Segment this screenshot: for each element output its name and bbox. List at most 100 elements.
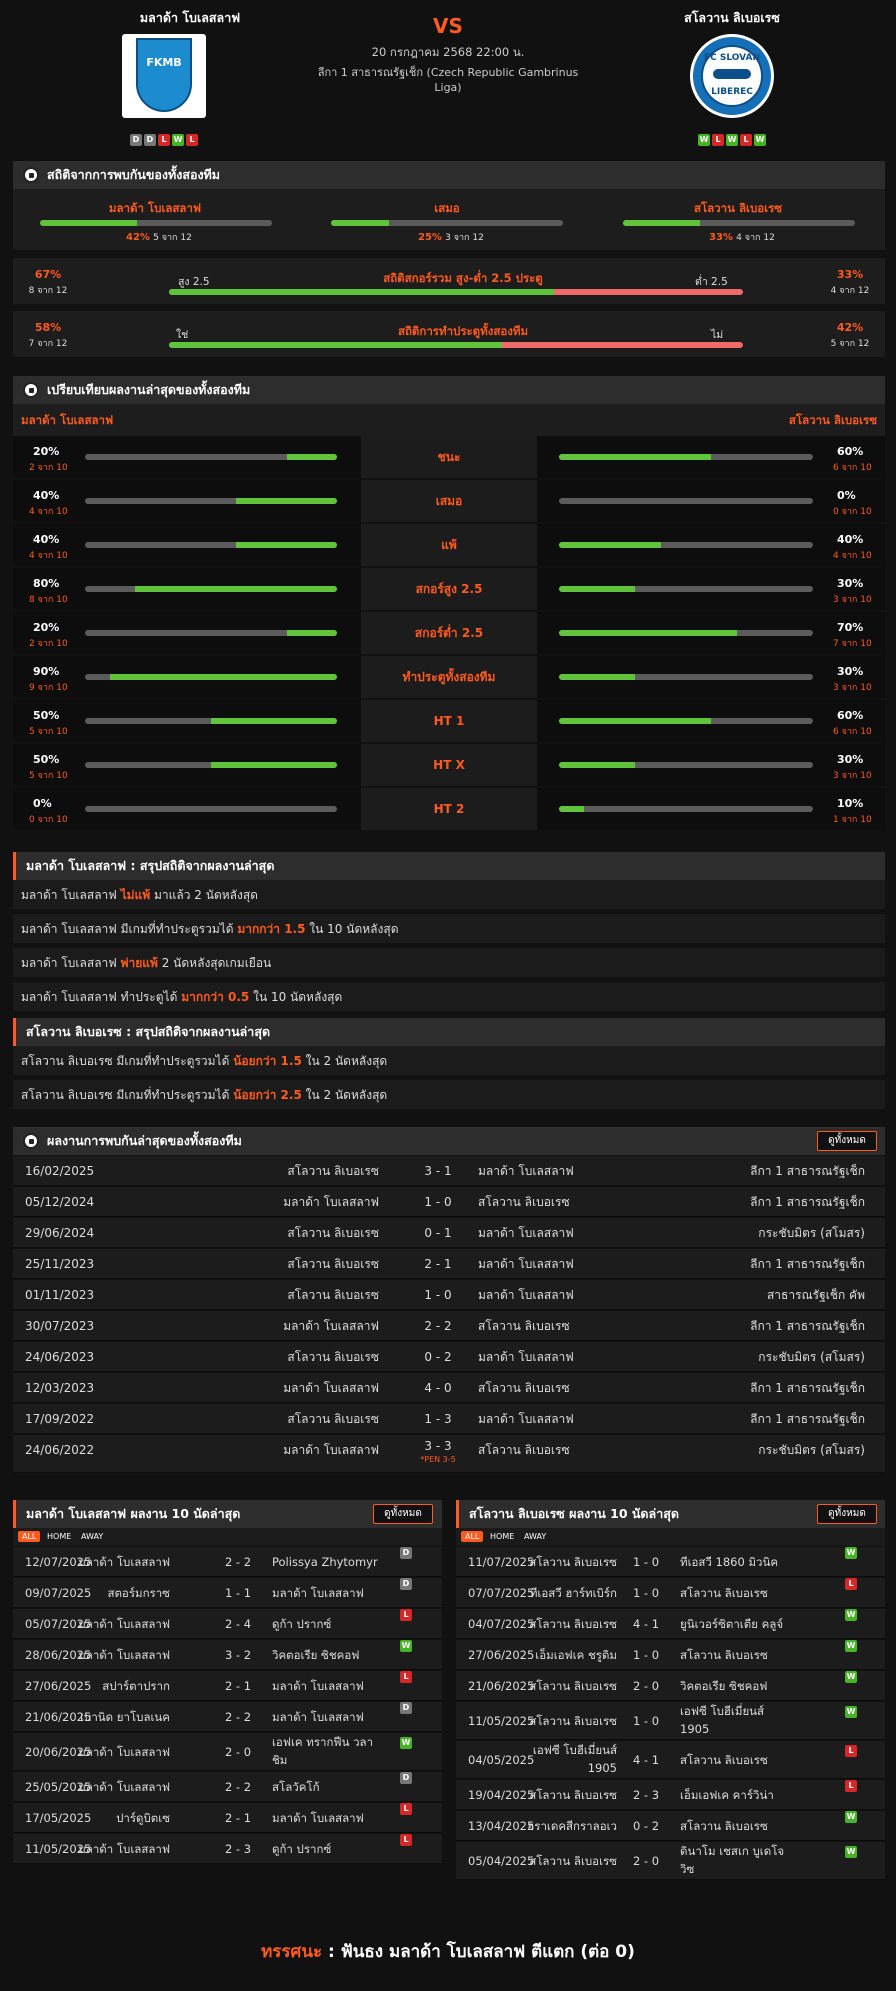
summary-line: สโลวาน ลิเบอเรซ มีเกมที่ทำประตูรวมได้ น้… xyxy=(13,1046,885,1076)
filter-away[interactable]: AWAY xyxy=(81,1532,103,1541)
filter-home[interactable]: HOME xyxy=(490,1532,514,1541)
away-team-name[interactable]: สโลวาน ลิเบอเรซ xyxy=(632,8,832,28)
form-badge-draw: D xyxy=(400,1702,412,1714)
summary-text: 2 นัดหลังสุดเกมเยือน xyxy=(157,956,272,970)
home-team-name[interactable]: มลาด้า โบเลสลาฟ xyxy=(90,8,290,28)
last10-row[interactable]: 11/05/2025 สโลวาน ลิเบอเรซ 1 - 0 เอฟซี โบฮี… xyxy=(456,1702,885,1740)
compare-home-bar xyxy=(85,762,337,768)
last10-row[interactable]: 25/05/2025 มลาด้า โบเลสลาฟ 2 - 2 สโลวัคโก้ D xyxy=(13,1772,442,1802)
last10-row[interactable]: 13/04/2025 ฮราเดคสีกราลอเว 0 - 2 สโลวาน ลิเ… xyxy=(456,1811,885,1841)
compare-away-cell: 0% 0 จาก 10 xyxy=(537,480,885,522)
competition: ลีกา 1 สาธารณรัฐเช็ก xyxy=(750,1195,865,1209)
last10-row[interactable]: 27/06/2025 สปาร์ตาปราก 2 - 1 มลาด้า โบเลสลา… xyxy=(13,1671,442,1701)
h2h-away-label: สโลวาน ลิเบอเรซ xyxy=(693,201,783,215)
h2h-row[interactable]: 01/11/2023 สโลวาน ลิเบอเรซ 1 - 0 มลาด้า โบเ… xyxy=(13,1280,885,1310)
h2h-row[interactable]: 12/03/2023 มลาด้า โบเลสลาฟ 4 - 0 สโลวาน ลิเ… xyxy=(13,1373,885,1403)
compare-home-bar xyxy=(85,454,337,460)
compare-home-of: 5 จาก 10 xyxy=(29,771,68,781)
h2h-home-label: มลาด้า โบเลสลาฟ xyxy=(108,201,202,215)
h2h-home-pct-of: 5 จาก 12 xyxy=(153,233,192,243)
compare-away-bar xyxy=(559,498,813,504)
filter-all[interactable]: ALL xyxy=(18,1531,41,1542)
away-team: สโลวาน ลิเบอเรซ xyxy=(680,1753,768,1767)
compare-home-of: 2 จาก 10 xyxy=(29,463,68,473)
last10-row[interactable]: 11/07/2025 สโลวาน ลิเบอเรซ 1 - 0 ทีเอสวี 18… xyxy=(456,1547,885,1577)
compare-home-cell: 0% 0 จาก 10 xyxy=(13,788,361,830)
compare-home-of: 5 จาก 10 xyxy=(29,727,68,737)
league-name: ลีกา 1 สาธารณรัฐเช็ก (Czech Republic Gam… xyxy=(317,66,579,79)
compare-away-bar-fill xyxy=(559,542,661,548)
last10-row[interactable]: 21/06/2025 สโลวาน ลิเบอเรซ 2 - 0 วิคตอเรีย … xyxy=(456,1671,885,1701)
form-badge-loss: L xyxy=(712,134,724,146)
home-last10-view-all-button[interactable]: ดูทั้งหมด xyxy=(373,1504,433,1524)
away-last10-view-all-button[interactable]: ดูทั้งหมด xyxy=(817,1504,877,1524)
last10-row[interactable]: 11/05/2025 มลาด้า โบเลสลาฟ 2 - 3 ดูก้า ปราก… xyxy=(13,1834,442,1864)
last10-row[interactable]: 07/07/2025 ทีเอสวี ฮาร์ทเบิร์ก 1 - 0 สโลวาน… xyxy=(456,1578,885,1608)
compare-home-pct: 40% xyxy=(33,489,60,502)
home-team: ปาร์ดูบิตเซ xyxy=(116,1811,170,1825)
filter-home[interactable]: HOME xyxy=(47,1532,71,1541)
score: 4 - 1 xyxy=(632,1753,660,1767)
away-team: มลาด้า โบเลสลาฟ xyxy=(478,1257,574,1271)
away-summary-header: สโลวาน ลิเบอเรซ : สรุปสถิติจากผลงานล่าสุ… xyxy=(13,1018,885,1046)
compare-away-bar-fill xyxy=(559,762,636,768)
last10-row[interactable]: 05/07/2025 มลาด้า โบเลสลาฟ 2 - 4 ดูก้า ปราก… xyxy=(13,1609,442,1639)
away-team: วิคตอเรีย ซิชคอฟ xyxy=(272,1648,360,1662)
last10-row[interactable]: 04/07/2025 สโลวาน ลิเบอเรซ 4 - 1 ยูนิเวอร์ซ… xyxy=(456,1609,885,1639)
last10-row[interactable]: 27/06/2025 เอ็มเอฟเค ชรูดิม 1 - 0 สโลวาน ลิ… xyxy=(456,1640,885,1670)
compare-metric-label: แพ้ xyxy=(361,524,537,566)
h2h-view-all-button[interactable]: ดูทั้งหมด xyxy=(817,1131,877,1151)
h2h-row[interactable]: 30/07/2023 มลาด้า โบเลสลาฟ 2 - 2 สโลวาน ลิเ… xyxy=(13,1311,885,1341)
last10-row[interactable]: 20/06/2025 มลาด้า โบเลสลาฟ 2 - 0 เอฟเค ทราก… xyxy=(13,1733,442,1771)
last10-row[interactable]: 21/06/2025 เบานิด ยาโบลเนค 2 - 2 มลาด้า โบเ… xyxy=(13,1702,442,1732)
last10-row[interactable]: 04/05/2025 เอฟซี โบฮีเมี่ยนส์ 1905 4 - 1 สโล… xyxy=(456,1741,885,1779)
compare-away-pct: 30% xyxy=(837,577,864,590)
form-badge-win: W xyxy=(845,1811,857,1823)
away-logo-text-top: FC SLOVAN xyxy=(703,53,761,63)
away-form: WLWLW xyxy=(692,131,772,146)
h2h-results-header: ผลงานการพบกันล่าสุดของทั้งสองทีม xyxy=(13,1127,885,1155)
compare-away-pct: 60% xyxy=(837,709,864,722)
match-date: 27/06/2025 xyxy=(25,1679,92,1693)
home-team: สโลวาน ลิเบอเรซ xyxy=(529,1714,617,1728)
score: 2 - 2 xyxy=(224,1710,252,1724)
match-date: 12/03/2023 xyxy=(25,1381,95,1395)
h2h-home-bar xyxy=(40,220,272,226)
last10-row[interactable]: 28/06/2025 มลาด้า โบเลสลาฟ 3 - 2 วิคตอเรีย … xyxy=(13,1640,442,1670)
compare-metric-label: สกอร์สูง 2.5 xyxy=(361,568,537,610)
score: 1 - 1 xyxy=(224,1586,252,1600)
away-team: สโลวาน ลิเบอเรซ xyxy=(680,1586,768,1600)
away-team: สโลวาน ลิเบอเรซ xyxy=(478,1195,570,1209)
h2h-row[interactable]: 25/11/2023 สโลวาน ลิเบอเรซ 2 - 1 มลาด้า โบเ… xyxy=(13,1249,885,1279)
compare-home-bar xyxy=(85,718,337,724)
h2h-row[interactable]: 29/06/2024 สโลวาน ลิเบอเรซ 0 - 1 มลาด้า โบเ… xyxy=(13,1218,885,1248)
home-team: สโลวาน ลิเบอเรซ xyxy=(287,1226,379,1240)
away-team: ดูก้า ปรากซ์ xyxy=(272,1617,332,1631)
h2h-row[interactable]: 05/12/2024 มลาด้า โบเลสลาฟ 1 - 0 สโลวาน ลิเ… xyxy=(13,1187,885,1217)
compare-home-bar xyxy=(85,498,337,504)
last10-row[interactable]: 05/04/2025 สโลวาน ลิเบอเรซ 2 - 0 ดินาโม เชส… xyxy=(456,1842,885,1880)
last10-row[interactable]: 09/07/2025 สตอร์มกราซ 1 - 1 มลาด้า โบเลสลาฟ… xyxy=(13,1578,442,1608)
match-datetime: 20 กรกฎาคม 2568 22:00 น. xyxy=(371,45,525,59)
btts-title: สถิติการทำประตูทั้งสองทีม xyxy=(397,324,529,338)
away-logo-text-bottom: LIBEREC xyxy=(711,87,753,97)
compare-metric-label: ชนะ xyxy=(361,436,537,478)
home-team: สโลวาน ลิเบอเรซ xyxy=(287,1164,379,1178)
compare-away-of: 6 จาก 10 xyxy=(833,463,872,473)
compare-home-bar-fill xyxy=(236,542,337,548)
match-date: 04/05/2025 xyxy=(468,1753,535,1767)
h2h-row[interactable]: 16/02/2025 สโลวาน ลิเบอเรซ 3 - 1 มลาด้า โบเ… xyxy=(13,1156,885,1186)
h2h-row[interactable]: 24/06/2022 มลาด้า โบเลสลาฟ 3 - 3 *PEN 3-5 สโ… xyxy=(13,1435,885,1473)
last10-row[interactable]: 19/04/2025 สโลวาน ลิเบอเรซ 2 - 3 เอ็มเอฟเค … xyxy=(456,1780,885,1810)
summary-text: ใน 10 นัดหลังสุด xyxy=(305,922,399,936)
summary-highlight: น้อยกว่า 2.5 xyxy=(233,1088,302,1102)
filter-away[interactable]: AWAY xyxy=(524,1532,546,1541)
last10-row[interactable]: 17/05/2025 ปาร์ดูบิตเซ 2 - 1 มลาด้า โบเลสลา… xyxy=(13,1803,442,1833)
compare-home-pct: 20% xyxy=(33,621,60,634)
last10-row[interactable]: 12/07/2025 มลาด้า โบเลสลาฟ 2 - 2 Polissya Z… xyxy=(13,1547,442,1577)
h2h-row[interactable]: 24/06/2023 สโลวาน ลิเบอเรซ 0 - 2 มลาด้า โบเ… xyxy=(13,1342,885,1372)
compare-home-cell: 80% 8 จาก 10 xyxy=(13,568,361,610)
ou-left-pct: 67% xyxy=(34,268,62,281)
h2h-row[interactable]: 17/09/2022 สโลวาน ลิเบอเรซ 1 - 3 มลาด้า โบเ… xyxy=(13,1404,885,1434)
filter-all[interactable]: ALL xyxy=(461,1531,484,1542)
